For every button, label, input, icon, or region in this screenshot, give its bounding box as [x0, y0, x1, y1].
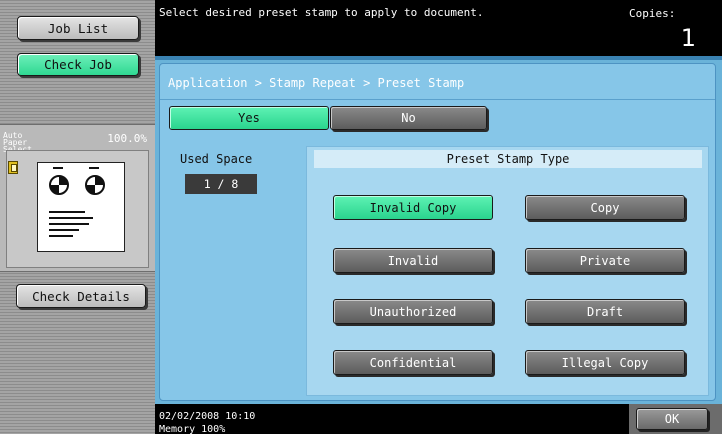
check-job-button[interactable]: Check Job	[17, 53, 139, 76]
stamp-type-button[interactable]: Invalid Copy	[333, 195, 493, 220]
stamp-type-button[interactable]: Confidential	[333, 350, 493, 375]
left-sidebar: Job List Check Job Auto Paper Select 100…	[0, 0, 155, 434]
stamp-mark-icon	[85, 167, 105, 195]
ok-button-area: OK	[629, 404, 722, 434]
yes-button[interactable]: Yes	[169, 106, 329, 130]
document-thumbnail	[37, 162, 125, 252]
stamp-type-button[interactable]: Illegal Copy	[525, 350, 685, 375]
ok-button[interactable]: OK	[636, 408, 708, 430]
preset-stamp-type-panel: Preset Stamp Type Invalid Copy Copy Inva…	[306, 146, 709, 396]
text-line-icon	[49, 211, 85, 213]
preview-header: Auto Paper Select 100.0%	[3, 131, 151, 154]
stamp-mark-icon	[49, 167, 69, 195]
stamp-type-button[interactable]: Draft	[525, 299, 685, 324]
stamp-type-button[interactable]: Private	[525, 248, 685, 273]
text-line-icon	[49, 217, 93, 219]
used-space-label: Used Space	[180, 152, 253, 166]
copies-label: Copies:	[629, 7, 676, 20]
paper-tray-icon	[8, 161, 18, 174]
text-line-icon	[49, 229, 79, 231]
date-time: 02/02/2008 10:10	[159, 411, 256, 422]
stamp-type-button[interactable]: Invalid	[333, 248, 493, 273]
check-details-button[interactable]: Check Details	[16, 284, 146, 308]
used-space-value: 1 / 8	[185, 174, 257, 194]
copies-count: 1	[680, 24, 696, 52]
settings-panel: Application > Stamp Repeat > Preset Stam…	[159, 63, 716, 401]
divider	[160, 99, 715, 100]
status-bar: 02/02/2008 10:10 Memory 100% OK	[155, 404, 722, 434]
job-list-button[interactable]: Job List	[17, 16, 139, 40]
breadcrumb: Application > Stamp Repeat > Preset Stam…	[168, 76, 465, 90]
memory-status: Memory 100%	[159, 424, 226, 434]
document-preview-panel: Auto Paper Select 100.0%	[0, 124, 155, 272]
stamp-type-button[interactable]: Copy	[525, 195, 685, 220]
zoom-value: 100.0%	[107, 132, 147, 145]
no-button[interactable]: No	[330, 106, 487, 130]
main-panel: Application > Stamp Repeat > Preset Stam…	[155, 56, 722, 404]
text-line-icon	[49, 235, 73, 237]
stamp-type-button[interactable]: Unauthorized	[333, 299, 493, 324]
message-bar: Select desired preset stamp to apply to …	[155, 0, 722, 56]
preset-stamp-type-title: Preset Stamp Type	[314, 150, 702, 168]
instruction-message: Select desired preset stamp to apply to …	[159, 6, 484, 19]
text-line-icon	[49, 223, 89, 225]
